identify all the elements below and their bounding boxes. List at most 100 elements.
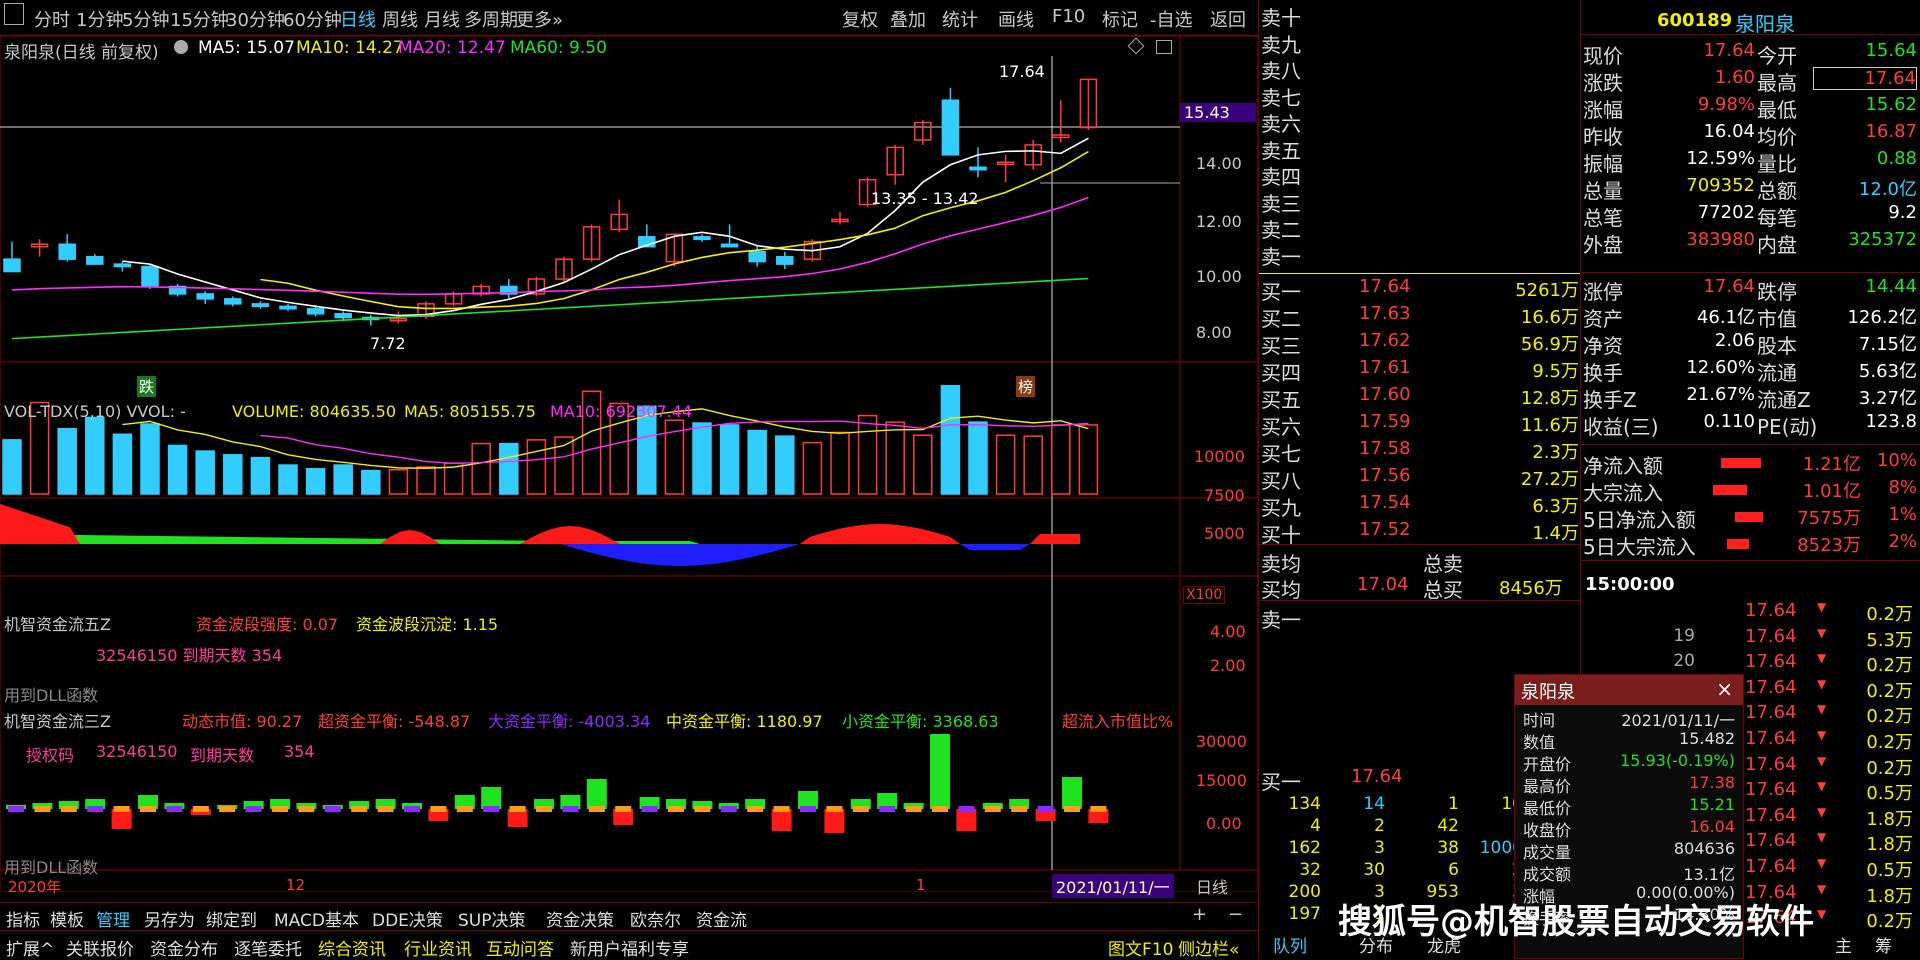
toolbar-tab-2[interactable]: 5分钟 — [122, 6, 169, 32]
quote-label: 振幅 — [1583, 152, 1623, 176]
indicator-tab-6[interactable]: DDE决策 — [372, 906, 443, 931]
tick-volume: 1.8万 — [1866, 808, 1913, 830]
fund-flow-mark — [905, 806, 922, 812]
settings-icon[interactable] — [174, 40, 188, 54]
indicator-tab-3[interactable]: 另存为 — [144, 906, 195, 931]
info-tab-4[interactable]: 综合资讯 — [318, 935, 386, 960]
indicator-tab-5[interactable]: MACD基本 — [274, 906, 359, 931]
indicator-tab-0[interactable]: 指标 — [6, 906, 40, 931]
divider — [1581, 34, 1920, 35]
toolbar-tab-9[interactable]: 多周期 — [464, 6, 518, 32]
flow-label: 5日大宗流入 — [1583, 535, 1696, 559]
ytick: 30000 — [1196, 732, 1247, 751]
book-tab-0[interactable]: 队列 — [1273, 932, 1307, 957]
toolbar-tab-10[interactable]: 更多» — [516, 6, 563, 32]
queue-cell: 30 — [1363, 860, 1385, 880]
down-badge[interactable]: 跌 — [137, 376, 157, 397]
tick-volume: 0.2万 — [1866, 732, 1913, 753]
candle-body — [720, 243, 739, 248]
toolbar-tab-3[interactable]: 15分钟 — [170, 6, 229, 32]
toolbar-btn-6[interactable]: -自选 — [1150, 6, 1193, 32]
side-tab-0[interactable]: 图文F10 — [1108, 935, 1173, 960]
indicator-tab-8[interactable]: 资金决策 — [546, 906, 614, 931]
rank-badge[interactable]: 榜 — [1016, 376, 1036, 397]
volume-bar — [775, 435, 795, 495]
toolbar-tab-6[interactable]: 日线 — [340, 6, 376, 32]
quote-value: 325372 — [1848, 229, 1917, 250]
tick-time: 15:00:00 — [1585, 574, 1675, 595]
plus-button[interactable]: + — [1192, 904, 1207, 925]
tick-arrow: ▼ — [1817, 600, 1827, 614]
indicator-tab-4[interactable]: 绑定到 — [206, 906, 257, 931]
avg-buy-label: 买均 — [1261, 578, 1301, 602]
buy-level-label: 买六 — [1261, 415, 1301, 439]
quote-value: 0.110 — [1703, 411, 1755, 432]
ind1-dll: 用到DLL函数 — [4, 686, 99, 705]
fund-flow-mark — [747, 806, 764, 812]
tick-tab-0[interactable]: 主 — [1835, 932, 1852, 957]
fund-flow-mark — [932, 806, 948, 812]
quote-label: 换手Z — [1583, 388, 1637, 412]
candle-body — [776, 255, 794, 265]
info-tab-0[interactable]: 扩展^ — [6, 935, 54, 960]
divider — [1259, 600, 1581, 601]
side-tab-1[interactable]: 侧边栏« — [1178, 935, 1239, 960]
toolbar-btn-7[interactable]: 返回 — [1210, 6, 1246, 32]
indicator-tab-2[interactable]: 管理 — [96, 906, 130, 931]
toolbar-tab-1[interactable]: 1分钟 — [76, 6, 123, 32]
volume-bar — [499, 442, 519, 495]
quote-value: 15.64 — [1865, 40, 1917, 61]
quote-label: 均价 — [1757, 125, 1797, 149]
info-tab-1[interactable]: 关联报价 — [66, 935, 134, 960]
queue-cell: 134 — [1288, 794, 1321, 814]
buy-level-label: 买七 — [1261, 442, 1301, 466]
quote-label: 最高 — [1757, 71, 1797, 95]
toolbar-tab-0[interactable]: 分时 — [34, 6, 70, 32]
sell-level-label: 卖七 — [1261, 85, 1301, 110]
toolbar-btn-0[interactable]: 复权 — [842, 6, 878, 32]
buy-level-label: 买五 — [1261, 388, 1301, 412]
volume-bar — [526, 439, 547, 495]
close-icon[interactable]: × — [1716, 677, 1733, 701]
tick-volume: 0.2万 — [1866, 680, 1913, 702]
sell1-label: 卖一 — [1261, 608, 1301, 632]
minus-button[interactable]: − — [1228, 904, 1243, 925]
toolbar-tab-7[interactable]: 周线 — [382, 6, 418, 32]
indicator-tab-10[interactable]: 资金流 — [696, 906, 747, 931]
chart-canvas[interactable] — [0, 36, 1258, 892]
info-tab-5[interactable]: 行业资讯 — [404, 935, 472, 960]
volume-bar — [333, 464, 353, 495]
info-tab-7[interactable]: 新用户福利专享 — [570, 935, 689, 960]
quote-label: 跌停 — [1757, 280, 1797, 304]
buy-level-label: 买三 — [1261, 334, 1301, 358]
indicator-tab-1[interactable]: 模板 — [50, 906, 84, 931]
tick-tab-1[interactable]: 筹 — [1875, 932, 1892, 957]
ytick: 10000 — [1194, 447, 1245, 466]
fund-flow-mark — [694, 806, 711, 812]
period-toolbar: 分时 1分钟 5分钟 15分钟 30分钟 60分钟 日线 周线 月线 多周期 更多» 复权 叠加 统计画… — [0, 0, 1258, 36]
toolbar-tab-4[interactable]: 30分钟 — [226, 6, 285, 32]
buy-price: 17.62 — [1359, 330, 1411, 351]
toolbar-btn-4[interactable]: F10 — [1052, 6, 1085, 27]
indicator-tab-9[interactable]: 欧奈尔 — [630, 906, 681, 931]
volume-bar — [1051, 424, 1071, 495]
window-menu-icon[interactable] — [4, 3, 24, 25]
indicator-tab-7[interactable]: SUP决策 — [458, 906, 526, 931]
info-tab-6[interactable]: 互动问答 — [486, 935, 554, 960]
info-tab-3[interactable]: 逐笔委托 — [234, 935, 302, 960]
toolbar-btn-5[interactable]: 标记 — [1102, 6, 1138, 32]
fund-flow-mark — [1090, 806, 1107, 812]
layout-icon[interactable] — [1156, 40, 1172, 54]
toolbar-btn-2[interactable]: 统计 — [942, 6, 978, 32]
toolbar-tab-5[interactable]: 60分钟 — [283, 6, 342, 32]
info-tab-2[interactable]: 资金分布 — [150, 935, 218, 960]
toolbar-btn-3[interactable]: 画线 — [998, 6, 1034, 32]
ma5-legend: MA5: 15.07 — [198, 38, 295, 58]
toolbar-tab-8[interactable]: 月线 — [424, 6, 460, 32]
axis-month: 1 — [916, 876, 926, 894]
kline-chart-area[interactable]: 泉阳泉(日线 前复权) MA5: 15.07 MA10: 14.27 MA20:… — [0, 36, 1258, 898]
toolbar-btn-1[interactable]: 叠加 — [890, 6, 926, 32]
axis-date: 2021/01/11/一 — [1052, 874, 1174, 898]
quote-value: 123.8 — [1865, 411, 1917, 432]
ind2-dll: 用到DLL函数 — [4, 858, 99, 877]
